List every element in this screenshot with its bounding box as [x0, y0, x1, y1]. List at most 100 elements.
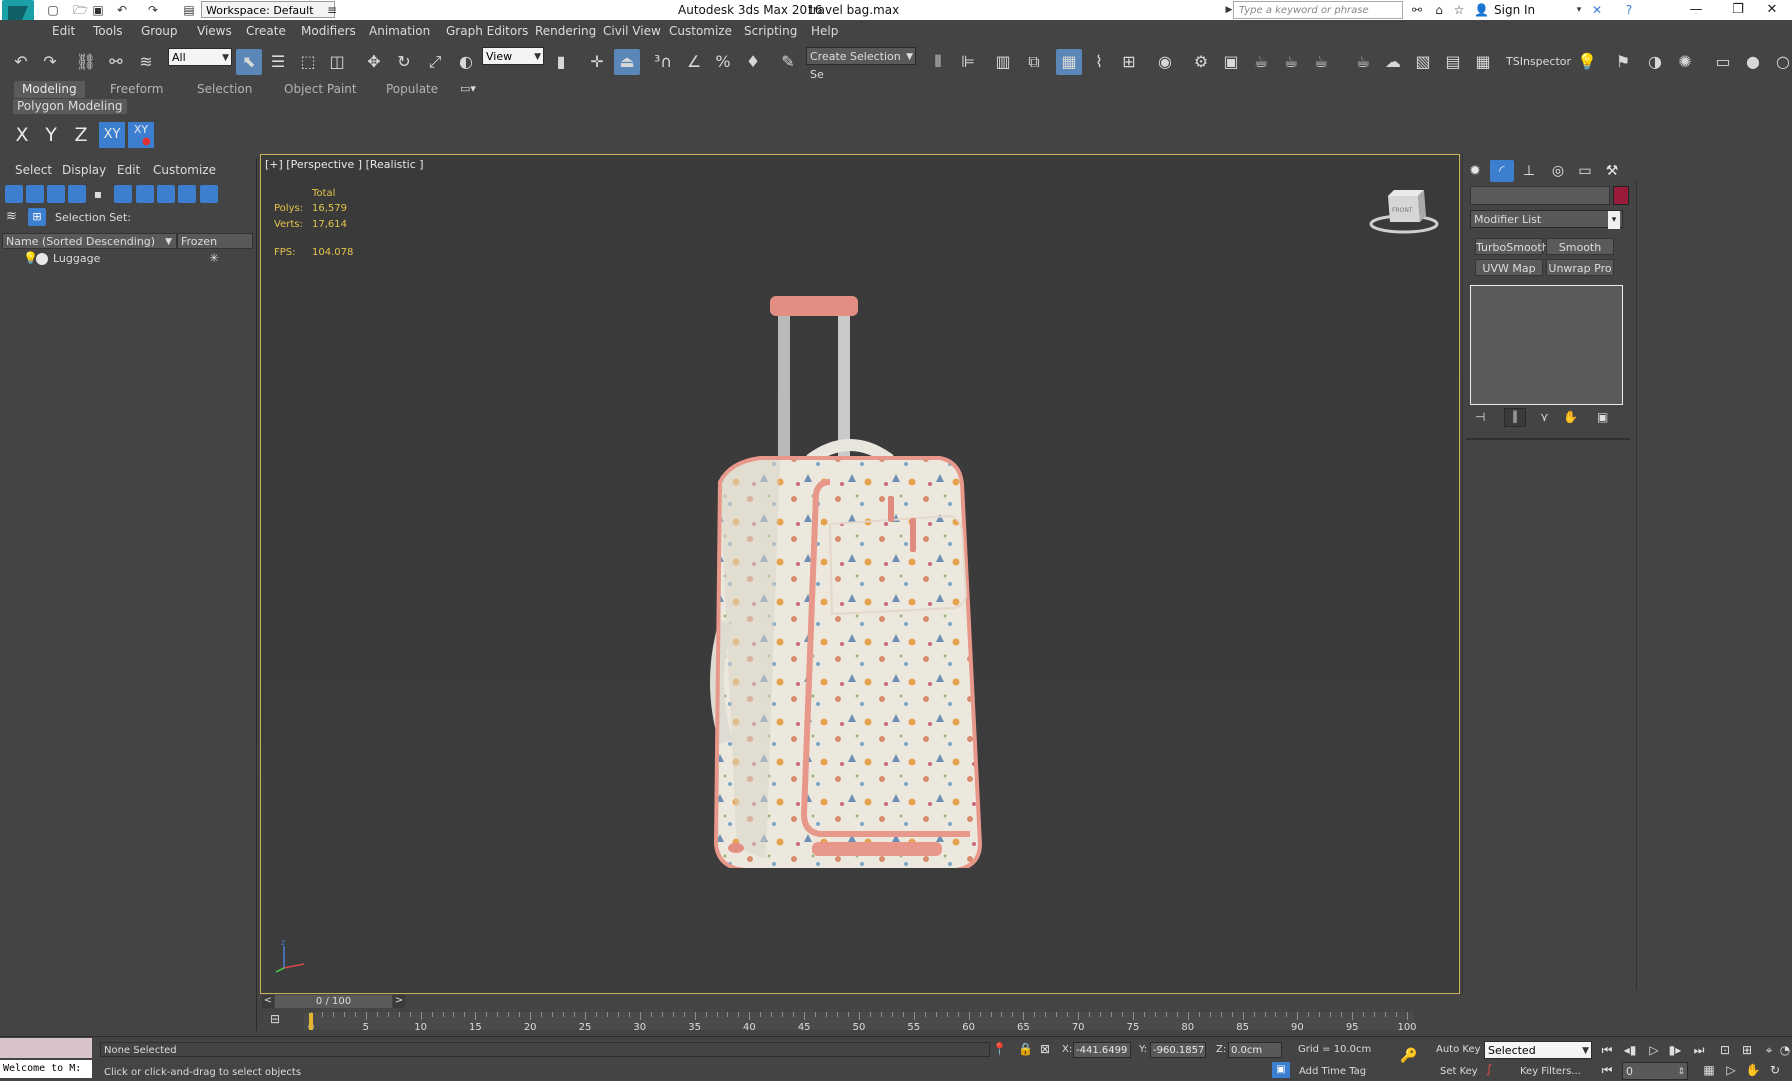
ribbon-tab-freeform[interactable]: Freeform	[110, 81, 163, 98]
search-input[interactable]: Type a keyword or phrase	[1233, 1, 1403, 19]
pivot-center-icon[interactable]: ▮	[548, 49, 574, 75]
render-iterative-icon[interactable]: ☕	[1278, 49, 1304, 75]
display-spacewarps-icon[interactable]	[114, 185, 132, 203]
configure-modifier-sets-icon[interactable]: ▣	[1597, 410, 1608, 424]
key-mode-dropdown[interactable]: Selected ▼	[1484, 1041, 1592, 1059]
binoculars-icon[interactable]: ⚯	[1410, 3, 1424, 17]
column-header-frozen[interactable]: Frozen	[177, 233, 253, 249]
sphere-outline-icon[interactable]: ○	[1770, 49, 1792, 75]
selection-filter-dropdown[interactable]: All ▼	[168, 48, 232, 66]
menu-modifiers[interactable]: Modifiers	[301, 24, 356, 38]
object-color-swatch[interactable]	[1613, 186, 1629, 205]
uvw-map-button[interactable]: UVW Map	[1475, 259, 1543, 276]
save-icon[interactable]: ▣	[91, 3, 105, 17]
display-helpers-icon[interactable]: ▪	[89, 185, 107, 203]
cloud-render-icon[interactable]: ☁	[1380, 49, 1406, 75]
minimize-icon[interactable]: —	[1676, 0, 1716, 20]
menu-animation[interactable]: Animation	[369, 24, 430, 38]
user-icon[interactable]: 👤	[1474, 3, 1489, 17]
set-key-button[interactable]: Set Key	[1440, 1066, 1478, 1077]
ribbon-tab-populate[interactable]: Populate	[386, 81, 438, 98]
menu-help[interactable]: Help	[811, 24, 838, 38]
favorites-star-icon[interactable]: ☆	[1452, 3, 1466, 17]
menu-tools[interactable]: Tools	[93, 24, 123, 38]
render-settings-icon[interactable]: ▤	[1440, 49, 1466, 75]
time-slider-next[interactable]: >	[393, 995, 405, 1008]
redo-icon[interactable]: ↷	[37, 49, 63, 75]
render-production-icon[interactable]: ☕	[1248, 49, 1274, 75]
sphere-icon[interactable]: ●	[1740, 49, 1766, 75]
scene-menu-display[interactable]: Display	[62, 163, 106, 177]
camera-icon[interactable]: ⚑	[1610, 49, 1636, 75]
select-by-name-icon[interactable]: ☰	[265, 49, 291, 75]
zoom-extents-icon[interactable]: ⊡	[1716, 1041, 1734, 1059]
material-editor-icon[interactable]: ◉	[1152, 49, 1178, 75]
project-folder-icon[interactable]: ▤	[182, 3, 196, 17]
scale-icon[interactable]: ⤢	[422, 49, 448, 75]
scene-menu-select[interactable]: Select	[15, 163, 52, 177]
zoom-region-icon[interactable]: ▷	[1722, 1061, 1740, 1079]
time-tag-icon[interactable]: ▣	[1272, 1062, 1290, 1078]
reference-coordinate-dropdown[interactable]: View ▼	[482, 47, 544, 65]
viewport-label[interactable]: [+] [Perspective ] [Realistic ]	[265, 158, 424, 171]
frozen-snowflake-icon[interactable]: ✳	[209, 251, 219, 265]
align-icon[interactable]: ⊫	[955, 49, 981, 75]
menu-graph-editors[interactable]: Graph Editors	[446, 24, 528, 38]
keyboard-shortcut-override-icon[interactable]: ⏏	[614, 49, 640, 75]
select-manipulate-icon[interactable]: ✛	[584, 49, 610, 75]
menu-edit[interactable]: Edit	[52, 24, 75, 38]
remove-modifier-icon[interactable]: ✋	[1563, 410, 1578, 424]
toggle-ribbon-icon[interactable]: ▦	[1056, 49, 1082, 75]
display-cameras-icon[interactable]	[68, 185, 86, 203]
display-all-icon[interactable]	[200, 185, 218, 203]
axis-z-button[interactable]: Z	[68, 122, 94, 148]
viewcube-icon[interactable]: FRONT	[1368, 188, 1440, 234]
isolate-selection-icon[interactable]: 📍	[992, 1042, 1007, 1056]
motion-panel-icon[interactable]: ◎	[1546, 160, 1570, 182]
current-frame-field[interactable]: 0 ⇕	[1622, 1062, 1688, 1080]
set-key-curve-icon[interactable]: ∫	[1486, 1062, 1492, 1076]
add-time-tag-button[interactable]: Add Time Tag	[1299, 1066, 1366, 1077]
display-xrefs-icon[interactable]	[157, 185, 175, 203]
play-icon[interactable]: ▷	[1645, 1041, 1663, 1059]
maxscript-listener-pink[interactable]	[0, 1038, 92, 1058]
workspace-dropdown[interactable]: Workspace: Default	[201, 1, 335, 18]
scene-menu-customize[interactable]: Customize	[153, 163, 216, 177]
edit-named-selection-icon[interactable]: ✎	[775, 49, 801, 75]
menu-customize[interactable]: Customize	[669, 24, 732, 38]
modifier-list-dropdown[interactable]: Modifier List ▾	[1470, 210, 1623, 229]
menu-views[interactable]: Views	[197, 24, 232, 38]
utilities-panel-icon[interactable]: ⚒	[1600, 160, 1624, 182]
modify-panel-icon[interactable]: ◜	[1490, 160, 1514, 182]
display-shapes-icon[interactable]	[26, 185, 44, 203]
display-lights-icon[interactable]	[47, 185, 65, 203]
unlink-icon[interactable]: ⚯	[103, 49, 129, 75]
pan-view-icon[interactable]: ✋	[1744, 1061, 1762, 1079]
next-frame-icon[interactable]: ▮▸	[1666, 1041, 1684, 1059]
render-active-shade-icon[interactable]: ☕	[1308, 49, 1334, 75]
hierarchy-icon[interactable]: ⊞	[28, 208, 46, 226]
smooth-button[interactable]: Smooth	[1546, 238, 1614, 255]
toggle-scene-explorer-icon[interactable]: ▥	[990, 49, 1016, 75]
menu-scripting[interactable]: Scripting	[744, 24, 797, 38]
layers-icon[interactable]: ≋	[6, 209, 22, 225]
scene-menu-edit[interactable]: Edit	[117, 163, 140, 177]
sign-in-dropdown-icon[interactable]: ▾	[1572, 3, 1586, 17]
menu-create[interactable]: Create	[246, 24, 286, 38]
show-end-result-icon[interactable]: ‖	[1504, 408, 1526, 427]
rotate-icon[interactable]: ↻	[391, 49, 417, 75]
zoom-all-icon[interactable]: ⊞	[1738, 1041, 1756, 1059]
table-icon[interactable]: ▦	[1470, 49, 1496, 75]
time-slider-thumb[interactable]: 0 / 100	[275, 995, 392, 1008]
y-coord-field[interactable]: -960.1857	[1150, 1042, 1206, 1058]
render-setup-icon[interactable]: ⚙	[1188, 49, 1214, 75]
create-panel-icon[interactable]: ✹	[1463, 160, 1487, 182]
percent-snap-icon[interactable]: %	[710, 49, 736, 75]
axis-x-button[interactable]: X	[9, 122, 35, 148]
selection-lock-icon[interactable]: 🔒	[1018, 1042, 1033, 1056]
polygon-modeling-panel[interactable]: Polygon Modeling	[13, 99, 127, 114]
current-frame-marker[interactable]	[309, 1013, 313, 1030]
sign-in-link[interactable]: Sign In	[1494, 3, 1535, 17]
spinner-snap-icon[interactable]: ♦	[740, 49, 766, 75]
help-icon[interactable]: ?	[1622, 3, 1636, 17]
